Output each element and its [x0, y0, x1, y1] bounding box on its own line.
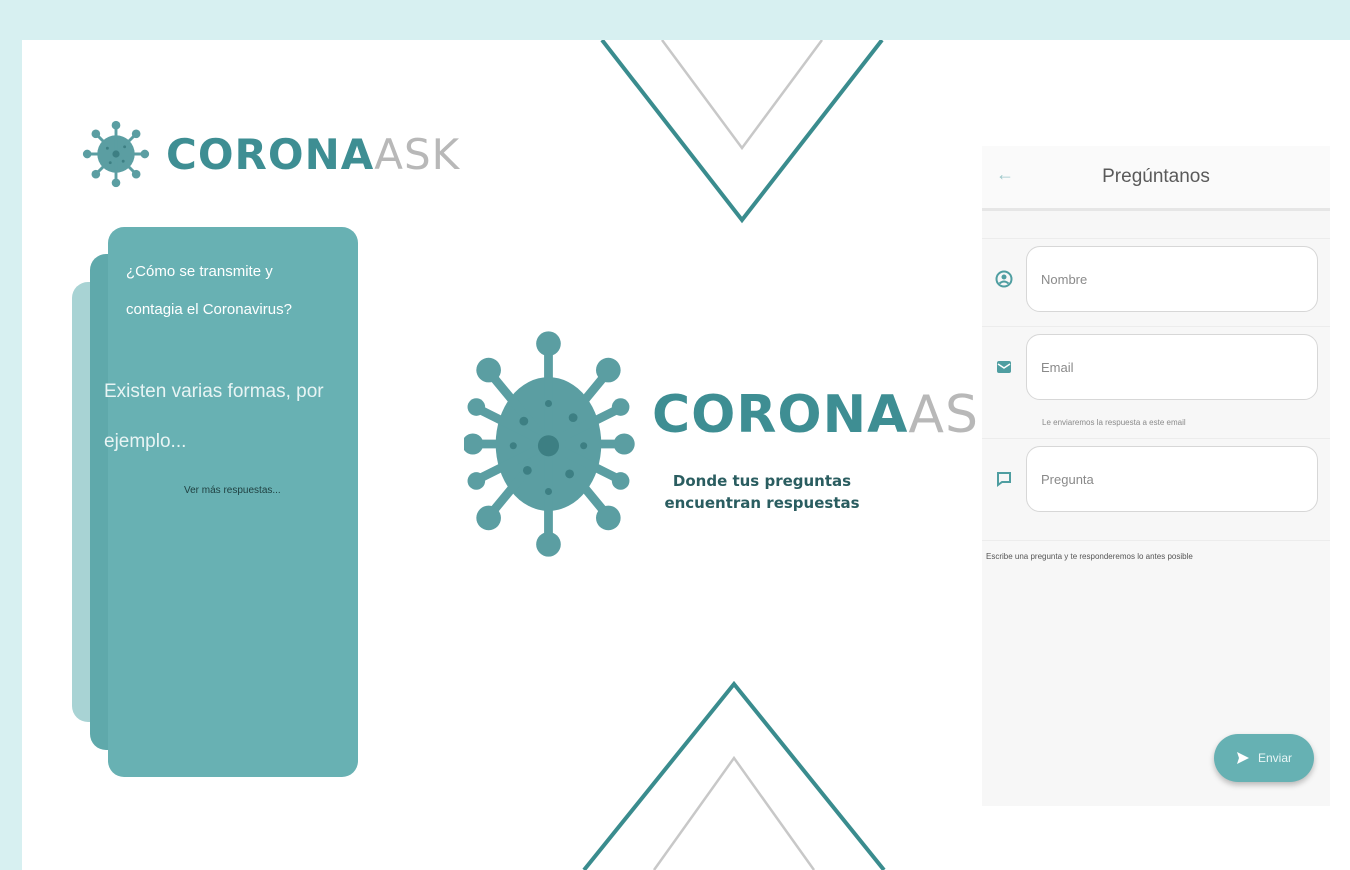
mail-icon — [982, 360, 1026, 374]
qa-card[interactable]: ¿Cómo se transmite y contagia el Coronav… — [104, 227, 358, 777]
divider — [982, 326, 1330, 327]
name-row: Nombre — [982, 246, 1330, 312]
send-button[interactable]: Enviar — [1214, 734, 1314, 782]
send-icon — [1236, 752, 1249, 764]
chat-icon — [982, 471, 1026, 487]
divider — [982, 438, 1330, 439]
email-field[interactable]: Email — [1026, 334, 1318, 400]
question-helper-text: Escribe una pregunta y te responderemos … — [986, 552, 1193, 561]
virus-logo-large-icon — [464, 331, 635, 557]
question-form-screen: ← Pregúntanos Nombre Email Le enviaremos… — [982, 146, 1330, 806]
divider — [982, 238, 1330, 239]
brand-wordmark-large: CORONAASK — [652, 385, 1015, 445]
card-question: ¿Cómo se transmite y contagia el Coronav… — [126, 263, 292, 318]
app-bar: ← Pregúntanos — [982, 146, 1330, 211]
brand-logo-small: CORONAASK — [80, 118, 460, 190]
divider — [982, 540, 1330, 541]
question-row: Pregunta — [982, 446, 1330, 512]
virus-logo-icon — [82, 120, 150, 188]
name-field[interactable]: Nombre — [1026, 246, 1318, 312]
question-field[interactable]: Pregunta — [1026, 446, 1318, 512]
chevron-up-decoration-icon — [582, 680, 886, 870]
promo-canvas: CORONAASK ¿Cómo se transmite y contagia … — [22, 40, 1350, 870]
page-title: Pregúntanos — [1102, 166, 1210, 187]
card-more-link[interactable]: Ver más respuestas... — [184, 485, 281, 496]
email-helper-text: Le enviaremos la respuesta a este email — [1042, 418, 1186, 427]
card-answer: Existen varias formas, por ejemplo... — [104, 381, 324, 452]
chevron-down-decoration-icon — [600, 40, 884, 224]
person-icon — [982, 270, 1026, 288]
brand-wordmark: CORONAASK — [166, 129, 461, 179]
email-row: Email — [982, 334, 1330, 400]
brand-tagline: Donde tus preguntas encuentran respuesta… — [664, 472, 860, 512]
